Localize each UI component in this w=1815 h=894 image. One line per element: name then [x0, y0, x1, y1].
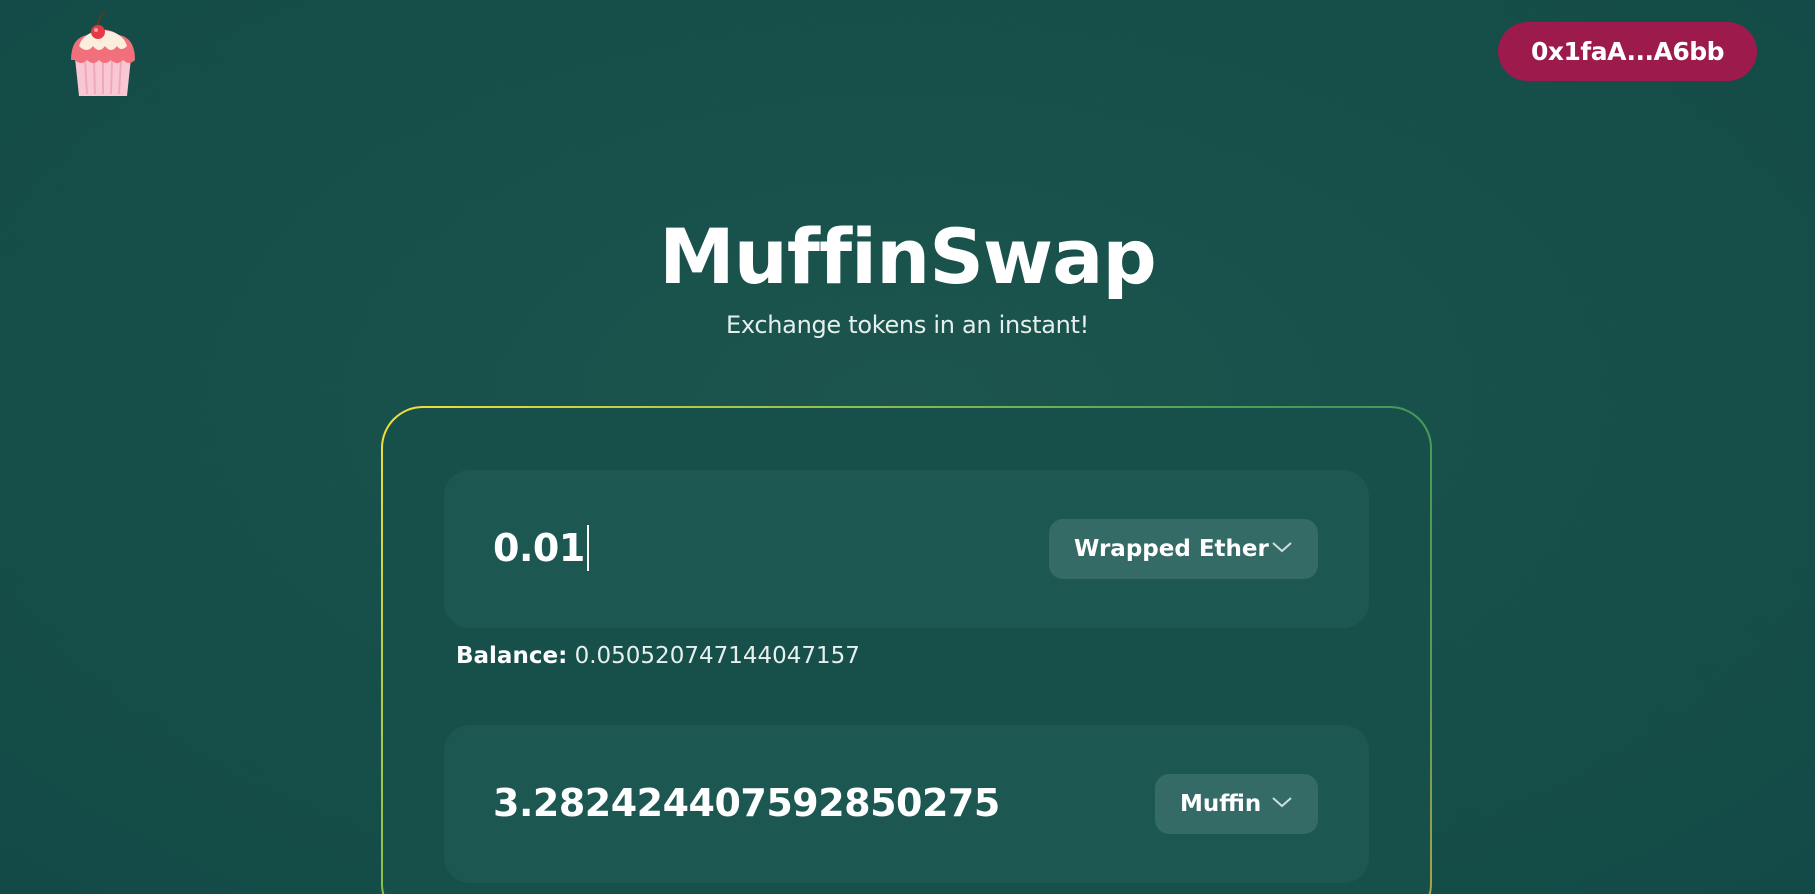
- from-amount-value: 0.01: [493, 526, 585, 570]
- to-amount-output[interactable]: 3.282424407592850275: [493, 775, 1000, 831]
- to-token-panel: 3.282424407592850275 Muffin: [444, 725, 1369, 883]
- from-token-select[interactable]: Wrapped Ether: [1049, 519, 1318, 579]
- wallet-address-label: 0x1faA...A6bb: [1531, 37, 1725, 66]
- chevron-down-icon: [1272, 542, 1292, 553]
- from-token-panel: 0.01 Wrapped Ether: [444, 470, 1369, 628]
- from-balance: Balance: 0.050520747144047157: [456, 643, 860, 669]
- chevron-down-icon: [1272, 797, 1292, 808]
- balance-value: 0.050520747144047157: [574, 643, 860, 669]
- muffin-logo-icon[interactable]: [67, 8, 139, 98]
- to-token-select[interactable]: Muffin: [1155, 774, 1318, 834]
- to-amount-value: 3.282424407592850275: [493, 781, 1000, 825]
- page-title: MuffinSwap: [659, 212, 1157, 301]
- from-token-label: Wrapped Ether: [1074, 536, 1269, 562]
- text-cursor: [586, 525, 589, 571]
- from-amount-input[interactable]: 0.01: [493, 520, 589, 576]
- page-subtitle: Exchange tokens in an instant!: [726, 311, 1089, 339]
- wallet-address-button[interactable]: 0x1faA...A6bb: [1498, 22, 1757, 81]
- to-token-label: Muffin: [1180, 791, 1262, 817]
- balance-label: Balance:: [456, 643, 568, 669]
